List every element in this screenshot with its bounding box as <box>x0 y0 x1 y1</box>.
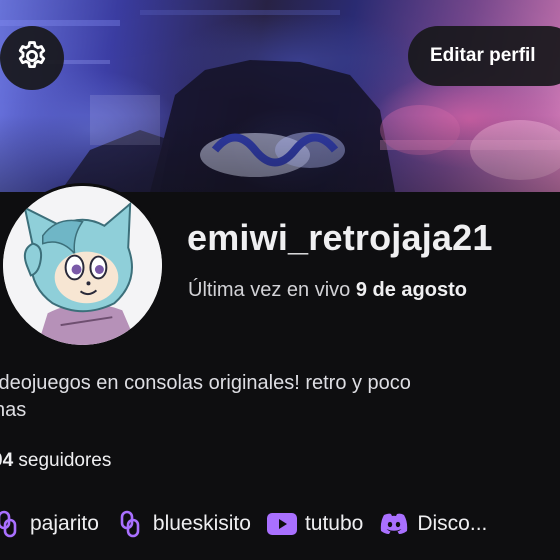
profile-screen: Editar perfil emiwi_retrojaja21 Última v… <box>0 0 560 560</box>
settings-button[interactable] <box>0 26 64 90</box>
discord-icon <box>379 509 409 539</box>
profile-bio: ideojuegos en consolas originales! retro… <box>0 370 554 424</box>
last-live-prefix: Última vez en vivo <box>188 279 356 301</box>
social-link-blueskisito[interactable]: blueskisito <box>115 509 251 539</box>
social-link-label: pajarito <box>30 512 99 535</box>
followers-count[interactable]: 04 seguidores <box>0 450 111 472</box>
gear-icon <box>15 39 49 78</box>
bio-text: ideojuegos en consolas originales! retro… <box>0 372 411 421</box>
link-icon <box>0 509 22 539</box>
avatar[interactable] <box>0 183 165 348</box>
social-link-label: tutubo <box>304 512 364 535</box>
social-link-discord[interactable]: Disco... <box>379 509 487 539</box>
social-link-tutubo[interactable]: tutubo <box>266 509 364 539</box>
followers-number: 04 <box>0 450 14 471</box>
followers-label: seguidores <box>13 450 112 471</box>
youtube-icon <box>266 509 297 539</box>
social-link-pajarito[interactable]: pajarito <box>0 509 99 539</box>
social-link-label: Disco... <box>417 512 488 535</box>
last-live-date: 9 de agosto <box>355 279 467 301</box>
username: emiwi_retrojaja21 <box>187 217 493 258</box>
link-icon <box>115 509 145 539</box>
last-live-text: Última vez en vivo 9 de agosto <box>188 279 467 302</box>
avatar-image <box>3 186 162 345</box>
social-links: pajarito blueskisito tutubo Disco... <box>0 506 503 542</box>
edit-profile-button[interactable]: Editar perfil <box>408 26 560 86</box>
social-link-label: blueskisito <box>152 512 251 535</box>
